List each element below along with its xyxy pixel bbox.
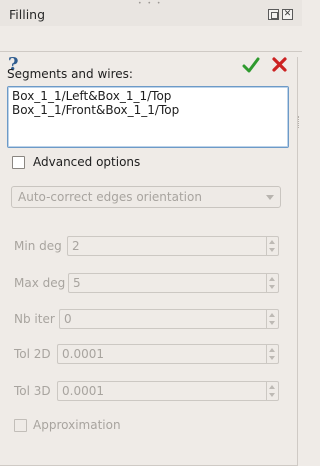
toolbar: ?	[0, 26, 302, 75]
advanced-options-checkbox[interactable]	[12, 156, 25, 169]
list-item[interactable]: Box_1_1/Left&Box_1_1/Top	[12, 89, 284, 103]
max-deg-label: Max deg	[14, 276, 66, 290]
list-item[interactable]: Box_1_1/Front&Box_1_1/Top	[12, 103, 284, 117]
panel-title: Filling	[9, 7, 46, 22]
close-icon[interactable]: ✕	[282, 9, 293, 20]
min-deg-value: 2	[72, 239, 80, 253]
spin-arrows-icon	[266, 310, 278, 328]
spin-arrows-icon	[266, 345, 278, 363]
dock-title-bar[interactable]: • • • Filling ✕	[0, 0, 302, 26]
spin-arrows-icon	[266, 382, 278, 400]
tol-2d-label: Tol 2D	[14, 347, 51, 361]
max-deg-spinbox: 5	[68, 273, 279, 293]
segments-label: Segments and wires:	[7, 67, 133, 81]
drag-grip[interactable]: • • •	[138, 1, 162, 7]
segments-list[interactable]: Box_1_1/Left&Box_1_1/Top Box_1_1/Front&B…	[7, 86, 289, 148]
tol-3d-value: 0.0001	[62, 384, 104, 398]
min-deg-label: Min deg	[14, 239, 62, 253]
nb-iter-label: Nb iter	[14, 312, 55, 326]
max-deg-value: 5	[73, 276, 81, 290]
nb-iter-spinbox: 0	[59, 309, 279, 329]
tol-2d-spinbox: 0.0001	[57, 344, 279, 364]
orientation-combobox: Auto-correct edges orientation	[11, 186, 281, 208]
tol-3d-spinbox: 0.0001	[57, 381, 279, 401]
tol-3d-label: Tol 3D	[14, 384, 51, 398]
min-deg-spinbox: 2	[67, 236, 279, 256]
chevron-down-icon	[266, 195, 274, 200]
approximation-checkbox	[14, 419, 27, 432]
approximation-label: Approximation	[33, 418, 121, 432]
tol-2d-value: 0.0001	[62, 347, 104, 361]
spin-arrows-icon	[266, 237, 278, 255]
resize-grip[interactable]	[298, 116, 301, 128]
orientation-value: Auto-correct edges orientation	[18, 190, 202, 204]
advanced-options-label[interactable]: Advanced options	[33, 155, 140, 169]
spin-arrows-icon	[266, 274, 278, 292]
float-icon[interactable]	[268, 9, 279, 20]
nb-iter-value: 0	[64, 312, 72, 326]
